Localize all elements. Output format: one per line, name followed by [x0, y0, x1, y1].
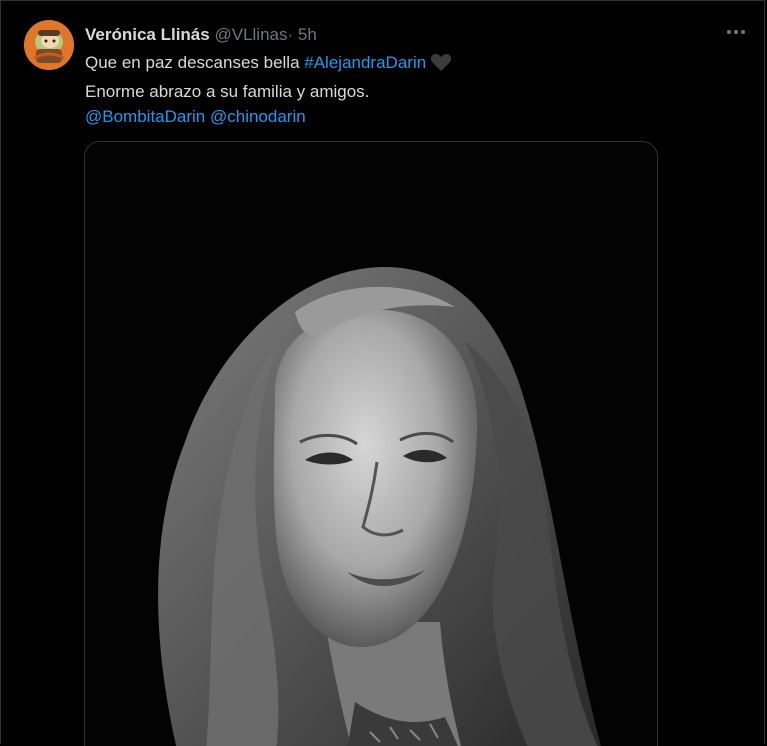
user-handle[interactable]: @VLlinas: [214, 25, 287, 44]
display-name[interactable]: Verónica Llinás: [85, 25, 210, 44]
timestamp[interactable]: 5h: [298, 25, 317, 44]
separator-dot: ·: [287, 25, 294, 44]
avatar-image: [24, 20, 74, 70]
tweet-card[interactable]: Verónica Llinás @VLlinas· 5h Que en paz …: [0, 0, 767, 746]
tweet-line-1-text: Que en paz descanses bella: [85, 53, 305, 72]
tweet-photo[interactable]: [84, 141, 658, 746]
portrait-photo: [85, 142, 657, 746]
more-options-icon[interactable]: [727, 30, 745, 34]
mention-chinodarin[interactable]: @chinodarin: [210, 107, 306, 126]
hashtag-link[interactable]: #AlejandraDarin: [304, 53, 426, 72]
mention-bombitadarin[interactable]: @BombitaDarin: [85, 107, 205, 126]
tweet-line-3: @BombitaDarin @chinodarin: [85, 104, 452, 129]
avatar[interactable]: [24, 20, 74, 70]
tweet-header: Verónica Llinás @VLlinas· 5h: [85, 24, 317, 46]
tweet-line-2: Enorme abrazo a su familia y amigos.: [85, 82, 370, 101]
black-heart-emoji-icon: [430, 52, 452, 79]
tweet-text: Que en paz descanses bella #AlejandraDar…: [85, 50, 452, 129]
tweet-line-1: Que en paz descanses bella #AlejandraDar…: [85, 50, 452, 79]
